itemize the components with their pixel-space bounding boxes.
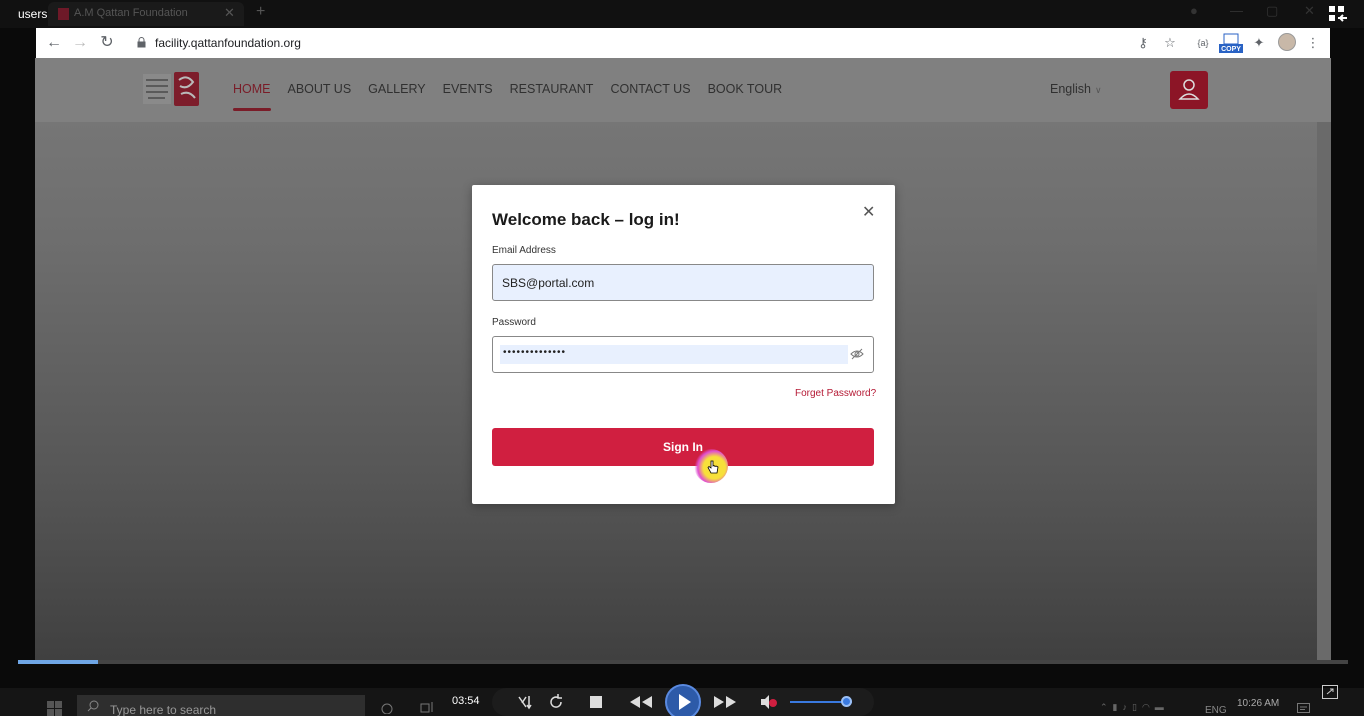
copy-badge: COPY (1221, 46, 1241, 53)
password-field[interactable]: •••••••••••••• (492, 336, 874, 373)
page-scrollbar[interactable] (1317, 122, 1331, 660)
exit-fullscreen-icon[interactable] (1328, 5, 1348, 23)
puzzle-icon[interactable]: ✦ (1250, 34, 1268, 52)
extension-braces-icon[interactable]: {a} (1194, 34, 1212, 52)
browser-toolbar: ← → ↻ facility.qattanfoundation.org ⚷ ☆ … (36, 28, 1330, 58)
email-field[interactable] (492, 264, 874, 301)
user-account-button[interactable] (1170, 71, 1208, 109)
video-progress-fill (18, 660, 98, 664)
tab-favicon-icon (58, 8, 69, 20)
volume-knob[interactable] (840, 696, 852, 707)
site-header: HOME ABOUT US GALLERY EVENTS RESTAURANT … (35, 58, 1331, 122)
hand-cursor-icon (707, 460, 719, 474)
login-modal: Welcome back – log in! ✕ Email Address P… (472, 185, 895, 504)
sign-in-button[interactable]: Sign In (492, 428, 874, 466)
lock-icon (137, 37, 146, 48)
fast-forward-icon[interactable] (712, 692, 738, 712)
windows-start-icon[interactable] (47, 701, 63, 716)
search-placeholder: Type here to search (110, 703, 217, 716)
password-label: Password (492, 317, 536, 328)
modal-title: Welcome back – log in! (492, 210, 680, 229)
language-select[interactable]: English ∨ (1050, 82, 1102, 96)
key-icon[interactable]: ⚷ (1134, 34, 1152, 52)
mute-icon[interactable] (758, 692, 778, 712)
play-button[interactable] (665, 684, 701, 716)
star-icon[interactable]: ☆ (1161, 34, 1179, 52)
eye-slash-icon[interactable] (850, 347, 864, 361)
taskbar-clock[interactable]: 10:26 AM (1237, 698, 1279, 709)
profile-avatar[interactable] (1278, 33, 1296, 51)
shuffle-icon[interactable] (516, 692, 536, 712)
menu-restaurant[interactable]: RESTAURANT (510, 82, 594, 96)
cortana-icon[interactable] (380, 700, 394, 714)
play-icon (679, 694, 691, 710)
browser-tab[interactable]: A.M Qattan Foundation ✕ (48, 2, 244, 26)
taskbar: Type here to search 03:54 ⌃ ▮ ♪ ▯ ◠ ▬ EN… (0, 684, 1364, 716)
menu-kebab-icon[interactable]: ⋮ (1304, 34, 1322, 52)
new-tab-icon[interactable]: + (256, 3, 265, 21)
minimize-icon[interactable]: — (1230, 3, 1243, 18)
window-close-icon[interactable]: ✕ (1304, 3, 1315, 19)
close-icon[interactable]: ✕ (862, 202, 875, 222)
rewind-icon[interactable] (628, 692, 654, 712)
forget-password-link[interactable]: Forget Password? (795, 388, 876, 399)
email-label: Email Address (492, 245, 556, 256)
player-controls (492, 684, 874, 716)
password-value: •••••••••••••• (503, 347, 567, 358)
repeat-icon[interactable] (546, 692, 566, 712)
main-menu: HOME ABOUT US GALLERY EVENTS RESTAURANT … (233, 82, 783, 111)
input-language[interactable]: ENG (1205, 705, 1227, 716)
menu-about-us[interactable]: ABOUT US (288, 82, 352, 96)
taskbar-search[interactable]: Type here to search (77, 695, 365, 716)
menu-book-tour[interactable]: BOOK TOUR (708, 82, 783, 96)
user-icon (1178, 79, 1200, 100)
search-icon (87, 700, 99, 712)
stop-icon[interactable] (586, 692, 606, 712)
menu-contact-us[interactable]: CONTACT US (610, 82, 690, 96)
menu-events[interactable]: EVENTS (443, 82, 493, 96)
reload-icon[interactable]: ↻ (97, 33, 117, 53)
email-input[interactable] (502, 276, 842, 290)
chevron-down-icon: ∨ (1095, 85, 1102, 95)
system-tray-icons[interactable]: ⌃ ▮ ♪ ▯ ◠ ▬ (1100, 702, 1164, 713)
screen: users A.M Qattan Foundation ✕ + ● — ▢ ✕ … (0, 0, 1364, 716)
menu-gallery[interactable]: GALLERY (368, 82, 425, 96)
menu-home[interactable]: HOME (233, 82, 271, 111)
task-view-icon[interactable] (420, 700, 434, 714)
forward-icon[interactable]: → (70, 33, 90, 53)
address-bar[interactable]: facility.qattanfoundation.org (155, 36, 301, 50)
tab-close-icon[interactable]: ✕ (224, 5, 235, 21)
language-label: English (1050, 82, 1091, 96)
media-icon[interactable]: ● (1190, 3, 1198, 18)
notification-icon[interactable] (1297, 703, 1310, 715)
player-title: users (18, 7, 48, 21)
tab-title: A.M Qattan Foundation (74, 7, 188, 19)
maximize-icon[interactable]: ▢ (1266, 3, 1278, 19)
browser-tabstrip: users A.M Qattan Foundation ✕ + ● — ▢ ✕ (0, 0, 1364, 28)
qattan-logo[interactable] (143, 72, 201, 108)
video-progress-bar[interactable] (18, 660, 1348, 664)
copy-extension-icon[interactable]: COPY (1219, 33, 1243, 53)
fullscreen-toggle-icon[interactable] (1322, 685, 1338, 699)
back-icon[interactable]: ← (44, 33, 64, 53)
player-time: 03:54 (452, 695, 480, 707)
